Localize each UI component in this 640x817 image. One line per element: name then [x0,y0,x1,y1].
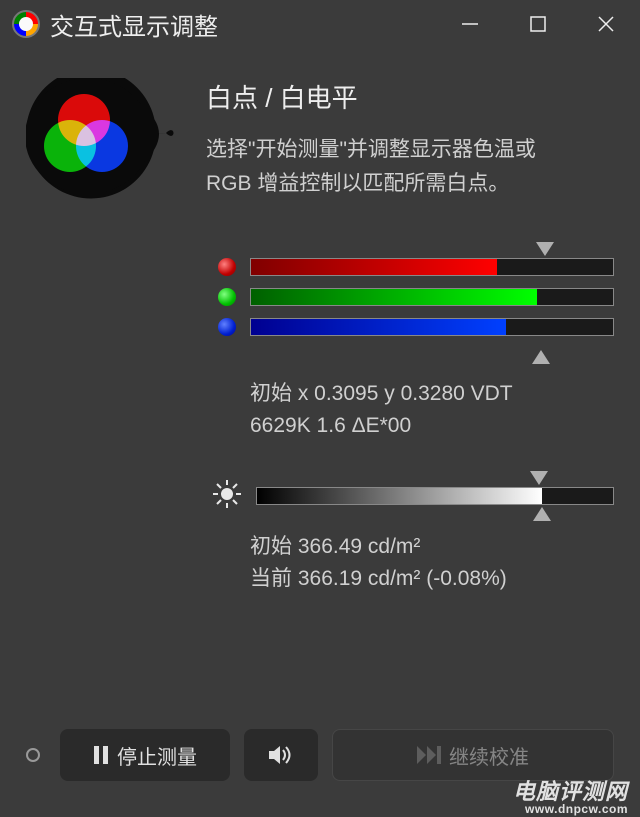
footer: 停止测量 继续校准 [0,729,640,781]
window-title: 交互式显示调整 [50,7,436,42]
rgb-venn-icon [26,78,176,208]
panel-heading: 白点 / 白电平 [206,78,614,115]
green-dot-icon [218,288,236,306]
maximize-button[interactable] [504,0,572,48]
play-next-icon [417,746,441,764]
sound-button[interactable] [244,729,318,781]
minimize-button[interactable] [436,0,504,48]
watermark: 电脑评测网 www.dnpcw.com [513,781,628,815]
red-slider[interactable] [218,258,614,276]
pause-icon [93,746,109,764]
speaker-icon [269,745,293,765]
brightness-slider[interactable] [256,471,614,521]
close-button[interactable] [572,0,640,48]
status-indicator-icon [26,748,40,762]
whitepoint-info: 初始 x 0.3095 y 0.3280 VDT 6629K 1.6 ΔE*00 [250,378,614,441]
brightness-icon [212,479,242,514]
blue-dot-icon [218,318,236,336]
rgb-current-marker-icon [532,350,550,364]
continue-calibration-button[interactable]: 继续校准 [332,729,614,781]
stop-measurement-button[interactable]: 停止测量 [60,729,230,781]
red-dot-icon [218,258,236,276]
rgb-target-marker-icon [536,242,554,256]
app-icon [12,10,40,38]
titlebar: 交互式显示调整 [0,0,640,48]
blue-slider[interactable] [218,318,614,336]
green-slider[interactable] [218,288,614,306]
brightness-info: 初始 366.49 cd/m² 当前 366.19 cd/m² (-0.08%) [250,531,614,594]
rgb-slider-group [218,242,614,364]
brightness-current-marker-icon [533,507,551,521]
brightness-target-marker-icon [530,471,548,485]
panel-description: 选择"开始测量"并调整显示器色温或 RGB 增益控制以匹配所需白点。 [206,133,614,200]
